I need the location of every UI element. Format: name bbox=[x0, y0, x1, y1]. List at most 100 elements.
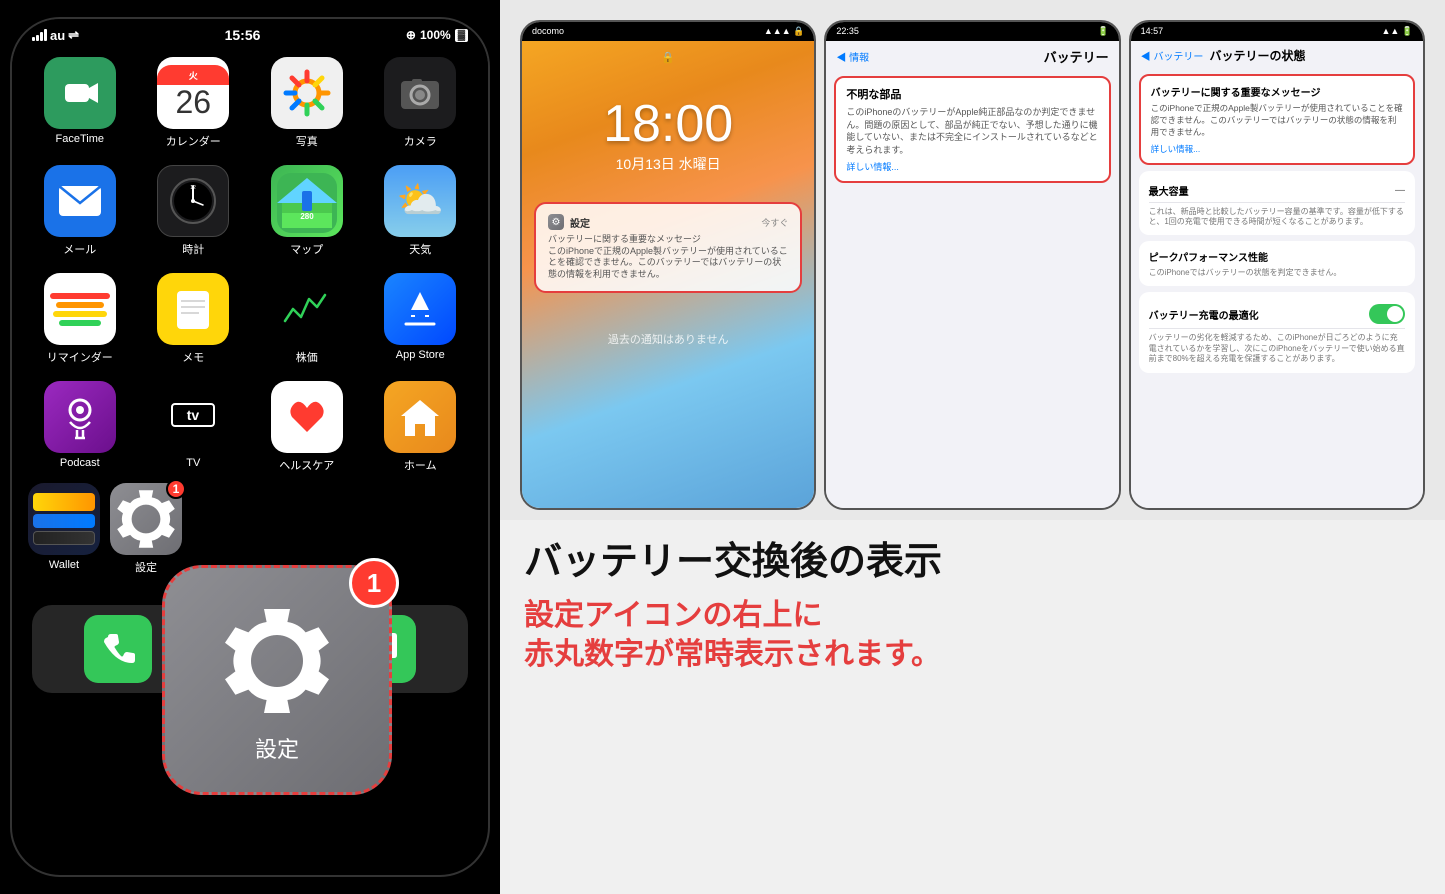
unknown-parts-card: 不明な部品 このiPhoneのバッテリーがApple純正部品なのか判定できません… bbox=[834, 76, 1110, 183]
battery-nav: ◀ バッテリー バッテリーの状態 bbox=[1131, 41, 1423, 68]
peak-performance-section: ピークパフォーマンス性能 このiPhoneではバッテリーの状態を判定できません。 bbox=[1139, 241, 1415, 286]
clock-icon: 12 bbox=[157, 165, 229, 237]
enlarged-settings-badge: 1 bbox=[349, 558, 399, 608]
maps-label: マップ bbox=[290, 241, 323, 257]
appstore-icon bbox=[384, 273, 456, 345]
app-mail[interactable]: メール bbox=[28, 165, 132, 257]
app-maps[interactable]: 280 マップ bbox=[255, 165, 359, 257]
notif-settings-icon: ⚙ bbox=[548, 214, 564, 230]
settings-nav-title: バッテリー bbox=[1044, 47, 1109, 66]
battery-back[interactable]: ◀ バッテリー bbox=[1141, 48, 1204, 63]
dock-phone[interactable] bbox=[84, 615, 152, 683]
main-heading: バッテリー交換後の表示 bbox=[524, 540, 1421, 586]
unknown-parts-link[interactable]: 詳しい情報... bbox=[846, 160, 1098, 173]
status-right: ⊕ 100% ▓ bbox=[406, 28, 468, 42]
lock-icon: 🔒 bbox=[661, 51, 675, 64]
lock-date: 10月13日 水曜日 bbox=[616, 154, 721, 174]
enlarged-settings-overlay: 1 設定 bbox=[162, 565, 392, 795]
app-home[interactable]: ホーム bbox=[369, 381, 473, 473]
wifi-icon: ⇌ bbox=[68, 27, 79, 43]
app-settings[interactable]: 1 設定 bbox=[110, 483, 182, 575]
battery-card-title: バッテリーに関する重要なメッセージ bbox=[1151, 84, 1403, 99]
weather-label: 天気 bbox=[409, 241, 431, 257]
phone3-content: ◀ バッテリー バッテリーの状態 バッテリーに関する重要なメッセージ このiPh… bbox=[1131, 41, 1423, 508]
app-camera[interactable]: カメラ bbox=[369, 57, 473, 149]
mail-label: メール bbox=[63, 241, 96, 257]
iphone-screen: au ⇌ 15:56 ⊕ 100% ▓ FaceTime 火 bbox=[10, 17, 490, 877]
phone2-content: ◀ 情報 バッテリー 不明な部品 このiPhoneのバッテリーがApple純正部… bbox=[826, 41, 1118, 508]
notes-icon bbox=[157, 273, 229, 345]
podcasts-icon bbox=[44, 381, 116, 453]
phone1-lockscreen: docomo ▲▲▲ 🔒 🔒 18:00 10月13日 水曜日 ⚙ 設定 今すぐ… bbox=[520, 20, 816, 510]
battery-card-link[interactable]: 詳しい情報... bbox=[1151, 143, 1403, 155]
max-capacity-label: 最大容量 bbox=[1149, 183, 1189, 198]
max-capacity-value: — bbox=[1395, 185, 1405, 196]
svg-text:12: 12 bbox=[190, 185, 196, 191]
reminders-label: リマインダー bbox=[47, 349, 113, 365]
appstore-label: App Store bbox=[396, 349, 445, 361]
app-stocks[interactable]: 株価 bbox=[255, 273, 359, 365]
app-reminders[interactable]: リマインダー bbox=[28, 273, 132, 365]
status-left: au ⇌ bbox=[32, 27, 79, 43]
notif-body: バッテリーに関する重要なメッセージ このiPhoneで正規のApple製バッテリ… bbox=[548, 234, 788, 281]
app-notes[interactable]: メモ bbox=[142, 273, 246, 365]
wallet-label: Wallet bbox=[49, 559, 79, 571]
phone1-wifi: ▲▲▲ 🔒 bbox=[764, 26, 804, 37]
notif-title: 設定 bbox=[570, 215, 590, 230]
peak-note: このiPhoneではバッテリーの状態を判定できません。 bbox=[1149, 267, 1405, 278]
app-podcasts[interactable]: Podcast bbox=[28, 381, 132, 473]
app-appstore[interactable]: App Store bbox=[369, 273, 473, 365]
maps-icon: 280 bbox=[271, 165, 343, 237]
notif-time: 今すぐ bbox=[761, 216, 788, 229]
unknown-parts-body: このiPhoneのバッテリーがApple純正部品なのか判定できません。問題の原因… bbox=[846, 106, 1098, 156]
sub-heading: 設定アイコンの右上に 赤丸数字が常時表示されます。 bbox=[524, 596, 1421, 674]
phone3-time: 14:57 bbox=[1141, 26, 1164, 37]
notes-label: メモ bbox=[182, 349, 204, 365]
photos-icon bbox=[271, 57, 343, 129]
phone1-content: 🔒 18:00 10月13日 水曜日 ⚙ 設定 今すぐ バッテリーに関する重要な… bbox=[522, 41, 814, 508]
app-health[interactable]: ヘルスケア bbox=[255, 381, 359, 473]
weather-icon: ⛅ bbox=[384, 165, 456, 237]
sub-line2: 赤丸数字が常時表示されます。 bbox=[524, 635, 1421, 674]
reminders-icon bbox=[44, 273, 116, 345]
phone2-battery: 🔋 bbox=[1097, 26, 1108, 37]
sub-line1: 設定アイコンの右上に bbox=[524, 596, 1421, 635]
phone2-battery: 22:35 🔋 ◀ 情報 バッテリー 不明な部品 このiPhoneのバッテリーが… bbox=[824, 20, 1120, 510]
optimize-toggle[interactable] bbox=[1369, 304, 1405, 324]
status-bar: au ⇌ 15:56 ⊕ 100% ▓ bbox=[12, 19, 488, 47]
carrier-text: au bbox=[50, 28, 65, 43]
app-appletv[interactable]: tv TV bbox=[142, 381, 246, 473]
appletv-icon: tv bbox=[157, 381, 229, 453]
facetime-icon bbox=[44, 57, 116, 129]
status-time: 15:56 bbox=[225, 27, 261, 43]
phone3-battery-state: 14:57 ▲▲ 🔋 ◀ バッテリー バッテリーの状態 バッテリーに関する重要な… bbox=[1129, 20, 1425, 510]
max-capacity-note: これは、新品時と比較したバッテリー容量の基準です。容量が低下すると、1回の充電で… bbox=[1149, 207, 1405, 228]
peak-label: ピークパフォーマンス性能 bbox=[1149, 249, 1405, 264]
phone-screenshots-row: docomo ▲▲▲ 🔒 🔒 18:00 10月13日 水曜日 ⚙ 設定 今すぐ… bbox=[500, 0, 1445, 520]
home-label: ホーム bbox=[404, 457, 437, 473]
lock-notification: ⚙ 設定 今すぐ バッテリーに関する重要なメッセージ このiPhoneで正規のA… bbox=[534, 202, 802, 293]
podcasts-label: Podcast bbox=[60, 457, 100, 469]
app-weather[interactable]: ⛅ 天気 bbox=[369, 165, 473, 257]
notif-header: ⚙ 設定 今すぐ bbox=[548, 214, 788, 230]
phone2-status-text: 22:35 bbox=[836, 26, 859, 37]
svg-text:tv: tv bbox=[187, 407, 200, 423]
app-facetime[interactable]: FaceTime bbox=[28, 57, 132, 149]
app-calendar[interactable]: 火 26 カレンダー bbox=[142, 57, 246, 149]
photos-label: 写真 bbox=[296, 133, 318, 149]
calendar-label: カレンダー bbox=[166, 133, 221, 149]
enlarged-gear-icon bbox=[212, 596, 342, 726]
app-wallet[interactable]: Wallet bbox=[28, 483, 100, 575]
battery-card-body: このiPhoneで正規のApple製バッテリーが使用されていることを確認できませ… bbox=[1151, 103, 1403, 139]
settings-badge: 1 bbox=[166, 479, 186, 499]
optimize-section: バッテリー充電の最適化 バッテリーの劣化を軽減するため、このiPhoneが日ごろ… bbox=[1139, 292, 1415, 372]
app-photos[interactable]: 写真 bbox=[255, 57, 359, 149]
settings-back[interactable]: ◀ 情報 bbox=[836, 49, 869, 64]
battery-important-card: バッテリーに関する重要なメッセージ このiPhoneで正規のApple製バッテリ… bbox=[1139, 74, 1415, 165]
optimize-note: バッテリーの劣化を軽減するため、このiPhoneが日ごろどのように充電されている… bbox=[1149, 333, 1405, 364]
battery-icon: ▓ bbox=[455, 29, 468, 42]
optimize-label: バッテリー充電の最適化 bbox=[1149, 307, 1259, 322]
phone1-carrier: docomo bbox=[532, 26, 564, 37]
stocks-label: 株価 bbox=[296, 349, 318, 365]
app-clock[interactable]: 12 時計 bbox=[142, 165, 246, 257]
